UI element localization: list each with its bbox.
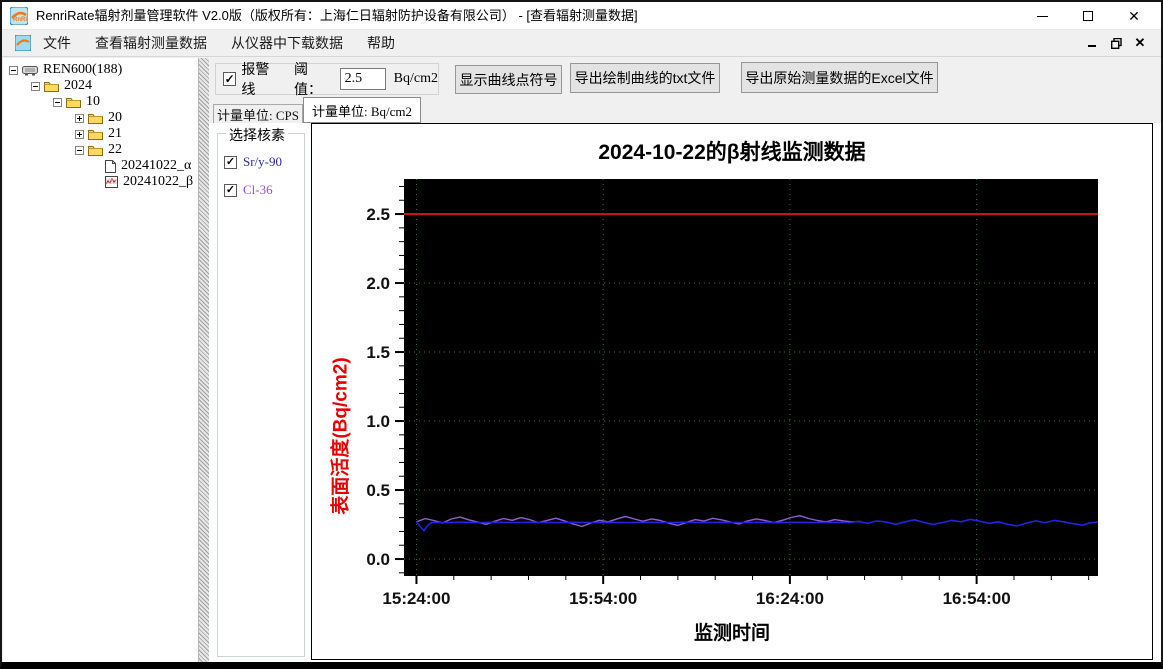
- menu-help[interactable]: 帮助: [355, 30, 407, 57]
- window-title: RenriRate辐射剂量管理软件 V2.0版（版权所有：上海仁日辐射防护设备有…: [36, 8, 638, 23]
- tree-node-label[interactable]: 22: [108, 142, 122, 158]
- maximize-icon: [1083, 11, 1093, 21]
- y-tick-label: 1.0: [366, 412, 390, 431]
- alarm-line-checkbox[interactable]: ✓: [223, 72, 237, 86]
- minimize-button[interactable]: [1019, 2, 1065, 30]
- plot-svg: 0.0 0.5 1.0 1.5 2.0 2.5 15:24:00 15:54:00 16:24:…: [366, 179, 1099, 608]
- menu-view-measurement-data[interactable]: 查看辐射测量数据: [83, 30, 219, 57]
- menu-bar: 文件 查看辐射测量数据 从仪器中下载数据 帮助 ✕: [2, 30, 1161, 57]
- tree-node-label[interactable]: REN600(188): [43, 62, 122, 78]
- collapse-expander-icon[interactable]: [53, 97, 62, 107]
- menu-file[interactable]: 文件: [31, 30, 83, 57]
- tree-node-label[interactable]: 20: [108, 110, 122, 126]
- nuclide-checkbox-cl-36[interactable]: ✓: [224, 183, 237, 197]
- maximize-button[interactable]: [1065, 2, 1111, 30]
- y-axis-title: 表面活度(Bq/cm2): [330, 357, 352, 515]
- menu-download-from-device[interactable]: 从仪器中下载数据: [219, 30, 355, 57]
- close-button[interactable]: ✕: [1111, 2, 1157, 30]
- threshold-label: 阈值：: [293, 61, 322, 97]
- folder-icon: [88, 130, 103, 140]
- folder-icon: [66, 98, 81, 108]
- child-close-button[interactable]: ✕: [1129, 33, 1151, 53]
- app-window: RnRi RenriRate辐射剂量管理软件 V2.0版（版权所有：上海仁日辐射…: [0, 0, 1163, 669]
- y-tick-label: 0.0: [366, 550, 390, 569]
- tree-row[interactable]: 21: [3, 126, 198, 142]
- tree-row[interactable]: 10: [3, 94, 198, 110]
- tree-row[interactable]: 2024: [3, 78, 198, 94]
- nuclide-group-title: 选择核素: [226, 125, 288, 145]
- app-logo-icon: RnRi: [10, 7, 28, 25]
- y-tick-label: 2.0: [366, 274, 390, 293]
- x-tick-label: 15:54:00: [569, 589, 637, 608]
- child-minimize-button[interactable]: [1081, 33, 1103, 53]
- x-axis-title: 监测时间: [693, 623, 770, 644]
- document-window-icon: [15, 35, 31, 51]
- nuclide-row-sr-y-90: ✓ Sr/y-90: [224, 154, 282, 170]
- child-close-icon: ✕: [1134, 35, 1146, 50]
- svg-text:RnRi: RnRi: [13, 17, 27, 23]
- tree-node-label[interactable]: 10: [86, 94, 100, 110]
- folder-icon: [44, 82, 59, 92]
- tree-row[interactable]: 20241022_β: [3, 174, 198, 190]
- tree-row[interactable]: 22: [3, 142, 198, 158]
- nuclide-label: Cl-36: [243, 182, 273, 197]
- nuclide-label: Sr/y-90: [243, 154, 282, 169]
- x-tick-label: 16:24:00: [756, 589, 824, 608]
- collapse-expander-icon[interactable]: [75, 145, 84, 155]
- folder-icon: [88, 146, 103, 156]
- tree-node-label[interactable]: 20241022_β: [123, 174, 193, 190]
- document-icon: [105, 159, 116, 173]
- nuclide-checkbox-sr-y-90[interactable]: ✓: [224, 155, 237, 169]
- plot-area: [404, 179, 1098, 576]
- y-tick-label: 0.5: [366, 481, 390, 500]
- chart-title: 2024-10-22的β射线监测数据: [598, 141, 866, 164]
- close-icon: ✕: [1128, 8, 1140, 24]
- x-tick-label: 16:54:00: [943, 589, 1011, 608]
- tab-unit-cps[interactable]: 计量单位: CPS: [213, 104, 303, 123]
- y-tick-label: 2.5: [366, 205, 390, 224]
- folder-icon: [88, 114, 103, 124]
- child-minimize-icon: [1088, 45, 1096, 47]
- tree-row[interactable]: REN600(188): [3, 62, 198, 78]
- tree-node-label[interactable]: 2024: [64, 78, 92, 94]
- expand-expander-icon[interactable]: [75, 129, 84, 139]
- alarm-line-label: 报警线: [241, 61, 270, 97]
- show-curve-points-button[interactable]: 显示曲线点符号: [455, 65, 562, 94]
- export-excel-button[interactable]: 导出原始测量数据的Excel文件: [741, 62, 938, 93]
- chart-file-icon: [105, 176, 118, 188]
- x-tick-label: 15:24:00: [382, 589, 450, 608]
- collapse-expander-icon[interactable]: [31, 81, 40, 91]
- threshold-input[interactable]: [339, 68, 386, 90]
- child-restore-icon: [1110, 37, 1122, 49]
- tree-node-label[interactable]: 21: [108, 126, 122, 142]
- panel-splitter[interactable]: [199, 58, 209, 662]
- nuclide-select-group: 选择核素 ✓ Sr/y-90 ✓ Cl-36: [217, 125, 305, 657]
- threshold-unit-label: Bq/cm2: [393, 71, 438, 86]
- collapse-expander-icon[interactable]: [9, 65, 18, 75]
- export-txt-button[interactable]: 导出绘制曲线的txt文件: [570, 63, 720, 93]
- tree-row[interactable]: 20: [3, 110, 198, 126]
- y-tick-label: 1.5: [366, 343, 390, 362]
- child-restore-button[interactable]: [1105, 33, 1127, 53]
- tree-row[interactable]: 20241022_α: [3, 158, 198, 174]
- title-bar: RnRi RenriRate辐射剂量管理软件 V2.0版（版权所有：上海仁日辐射…: [2, 2, 1161, 30]
- chart-panel: 0.0 0.5 1.0 1.5 2.0 2.5 15:24:00 15:54:00 16:24:…: [311, 123, 1153, 660]
- nuclide-row-cl-36: ✓ Cl-36: [224, 182, 273, 198]
- device-icon: [22, 65, 38, 75]
- minimize-icon: [1036, 15, 1048, 17]
- expand-expander-icon[interactable]: [75, 113, 84, 123]
- alarm-line-group: ✓ 报警线 阈值： Bq/cm2: [215, 61, 439, 97]
- device-tree-panel: REN600(188) 2024 10 20 21 22 20241022_α …: [3, 58, 199, 662]
- tab-unit-bqcm2[interactable]: 计量单位: Bq/cm2: [303, 97, 421, 123]
- tree-node-label[interactable]: 20241022_α: [121, 158, 191, 174]
